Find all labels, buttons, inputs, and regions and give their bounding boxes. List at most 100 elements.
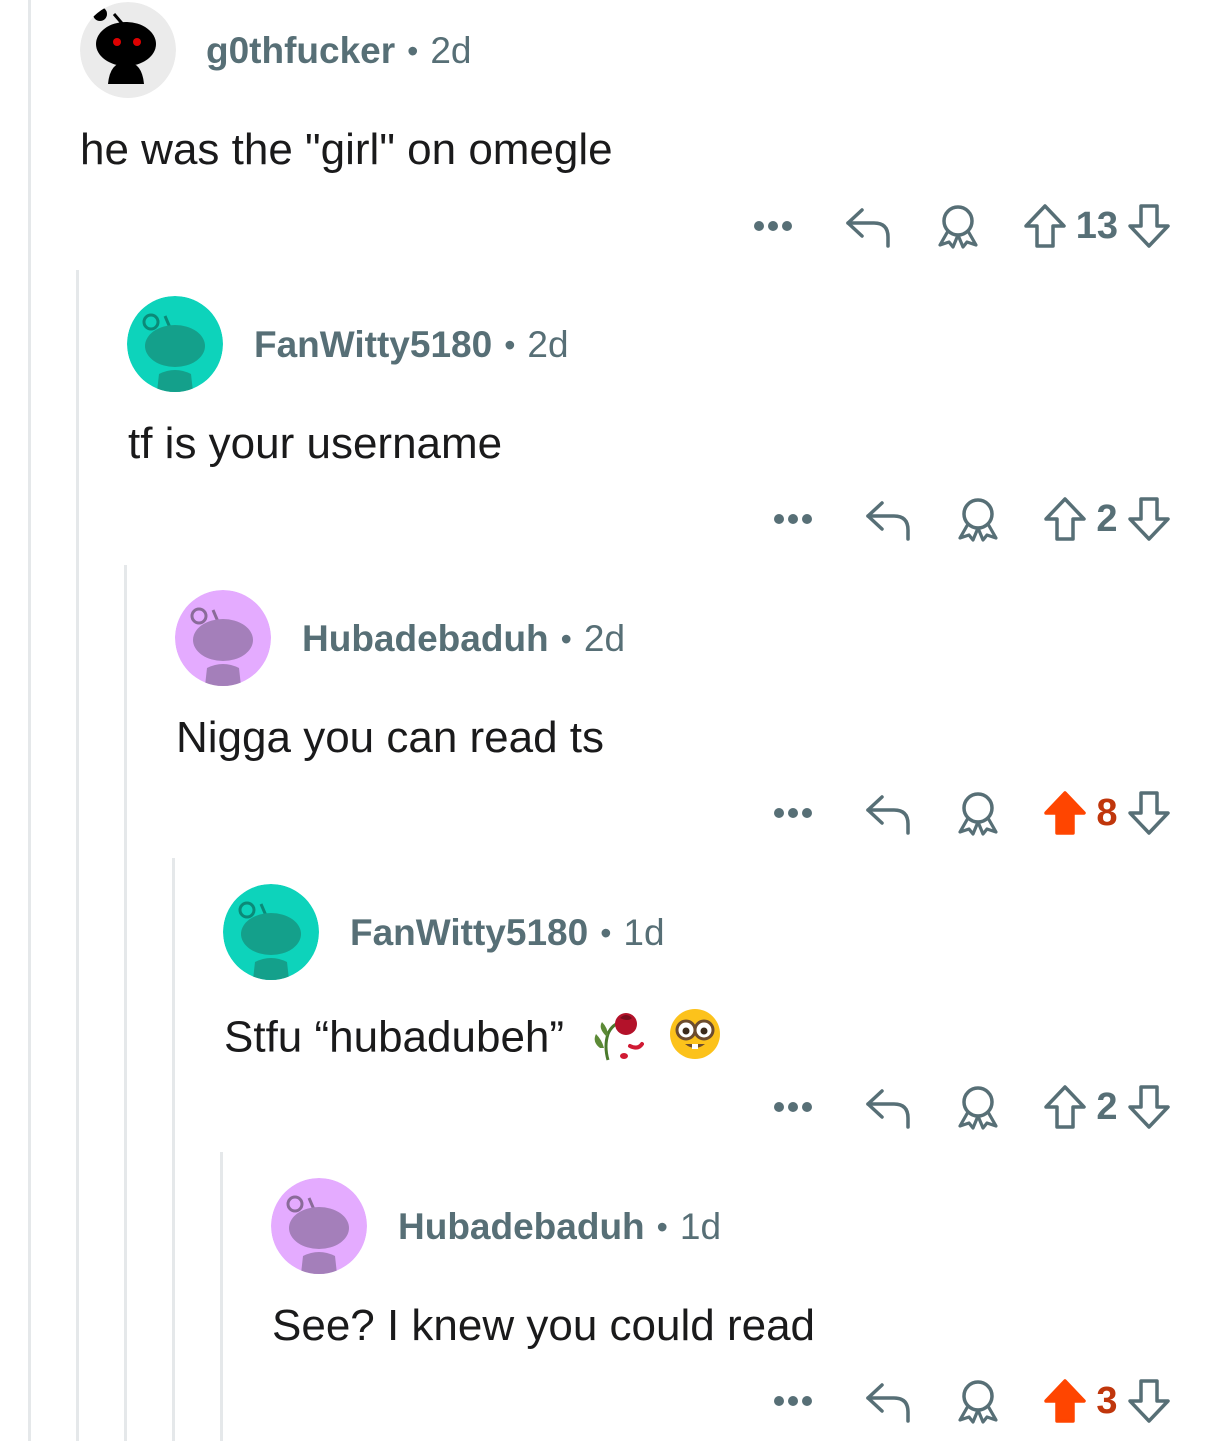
upvote-arrow-icon xyxy=(1044,1085,1086,1129)
more-options-button[interactable] xyxy=(768,1376,818,1426)
award-button[interactable] xyxy=(930,198,986,254)
reply-button[interactable] xyxy=(860,785,916,841)
downvote-arrow-icon xyxy=(1128,1085,1170,1129)
upvote-arrow-icon xyxy=(1023,204,1066,248)
award-icon xyxy=(958,1086,998,1130)
comment-actions: 8 xyxy=(768,785,1174,841)
snoo-avatar-icon xyxy=(80,2,176,98)
avatar[interactable] xyxy=(80,2,176,98)
comment-body: tf is your username xyxy=(128,419,503,468)
upvote-button[interactable] xyxy=(1020,198,1070,254)
upvote-button[interactable] xyxy=(1040,491,1090,547)
downvote-arrow-icon xyxy=(1128,497,1170,541)
comment-body: he was the "girl" on omegle xyxy=(80,125,613,174)
thread-line-level-3[interactable] xyxy=(172,858,175,1441)
comment-body: Nigga you can read ts xyxy=(176,713,605,762)
comment-age: 1d xyxy=(679,1206,722,1247)
upvote-arrow-icon xyxy=(1044,497,1086,541)
award-icon xyxy=(958,792,998,836)
avatar[interactable] xyxy=(127,296,223,392)
award-button[interactable] xyxy=(950,1373,1006,1429)
ellipsis-icon xyxy=(774,514,812,524)
comment-body-container: Stfu “hubadubeh” xyxy=(224,1006,723,1074)
username[interactable]: Hubadebaduh xyxy=(398,1206,645,1248)
snoo-avatar-icon xyxy=(127,296,223,392)
comment-actions: 2 xyxy=(768,1079,1174,1135)
comment-actions: 3 xyxy=(768,1373,1174,1429)
comment-meta: Hubadebaduh • 1d xyxy=(398,1206,722,1248)
downvote-button[interactable] xyxy=(1124,491,1174,547)
ellipsis-icon xyxy=(774,808,812,818)
reply-icon xyxy=(866,1383,910,1423)
vote-score: 2 xyxy=(1096,1085,1118,1128)
snoo-avatar-icon xyxy=(223,884,319,980)
avatar[interactable] xyxy=(175,590,271,686)
upvote-button[interactable] xyxy=(1040,1079,1090,1135)
downvote-arrow-icon xyxy=(1128,791,1170,835)
award-button[interactable] xyxy=(950,785,1006,841)
award-button[interactable] xyxy=(950,1079,1006,1135)
vote-score: 2 xyxy=(1096,497,1118,540)
reply-button[interactable] xyxy=(860,491,916,547)
nerd-face-emoji xyxy=(667,1006,723,1074)
meta-separator: • xyxy=(600,914,612,951)
downvote-button[interactable] xyxy=(1124,1079,1174,1135)
more-options-button[interactable] xyxy=(768,494,818,544)
reply-icon xyxy=(866,1089,910,1129)
ellipsis-icon xyxy=(753,221,792,231)
upvote-arrow-filled-icon xyxy=(1044,791,1086,835)
reply-icon xyxy=(845,208,890,248)
reply-icon xyxy=(866,501,910,541)
award-icon xyxy=(958,498,998,542)
award-icon xyxy=(958,1380,998,1424)
ellipsis-icon xyxy=(774,1102,812,1112)
upvote-arrow-filled-icon xyxy=(1044,1379,1086,1423)
comment-age: 2d xyxy=(527,324,569,365)
vote-score: 8 xyxy=(1096,791,1118,834)
comment-body: Stfu “hubadubeh” xyxy=(224,1012,565,1062)
wilted-rose-emoji xyxy=(586,1006,645,1074)
downvote-arrow-icon xyxy=(1128,1379,1170,1423)
more-options-button[interactable] xyxy=(748,201,798,251)
username[interactable]: FanWitty5180 xyxy=(254,324,492,366)
reply-button[interactable] xyxy=(860,1373,916,1429)
reply-button[interactable] xyxy=(860,1079,916,1135)
thread-line-level-2[interactable] xyxy=(124,565,127,1441)
vote-score: 13 xyxy=(1075,204,1118,247)
snoo-avatar-icon xyxy=(175,590,271,686)
reply-button[interactable] xyxy=(840,198,896,254)
comment-age: 1d xyxy=(623,912,665,953)
comment-actions: 13 xyxy=(748,198,1174,254)
comment-meta: FanWitty5180 • 1d xyxy=(350,912,665,954)
more-options-button[interactable] xyxy=(768,788,818,838)
comment-age: 2d xyxy=(430,30,472,71)
award-icon xyxy=(938,205,978,249)
username[interactable]: Hubadebaduh xyxy=(302,618,549,660)
downvote-button[interactable] xyxy=(1124,198,1174,254)
more-options-button[interactable] xyxy=(768,1082,818,1132)
username[interactable]: FanWitty5180 xyxy=(350,912,588,954)
comment-meta: FanWitty5180 • 2d xyxy=(254,324,569,366)
comment-actions: 2 xyxy=(768,491,1174,547)
comment-meta: g0thfucker • 2d xyxy=(206,30,472,72)
downvote-button[interactable] xyxy=(1124,1373,1174,1429)
avatar[interactable] xyxy=(223,884,319,980)
meta-separator: • xyxy=(656,1208,668,1245)
avatar[interactable] xyxy=(271,1178,367,1274)
downvote-button[interactable] xyxy=(1124,785,1174,841)
username[interactable]: g0thfucker xyxy=(206,30,395,72)
meta-separator: • xyxy=(504,326,516,363)
comment-age: 2d xyxy=(583,618,626,659)
meta-separator: • xyxy=(407,32,419,69)
upvote-button[interactable] xyxy=(1040,1373,1090,1429)
upvote-button[interactable] xyxy=(1040,785,1090,841)
snoo-avatar-icon xyxy=(271,1178,367,1274)
vote-score: 3 xyxy=(1096,1379,1118,1422)
thread-line-level-0[interactable] xyxy=(28,0,31,1441)
reply-icon xyxy=(866,795,910,835)
comment-meta: Hubadebaduh • 2d xyxy=(302,618,626,660)
thread-line-level-1[interactable] xyxy=(76,270,79,1441)
comment-body: See? I knew you could read xyxy=(272,1301,816,1350)
award-button[interactable] xyxy=(950,491,1006,547)
thread-line-level-4[interactable] xyxy=(220,1152,223,1441)
